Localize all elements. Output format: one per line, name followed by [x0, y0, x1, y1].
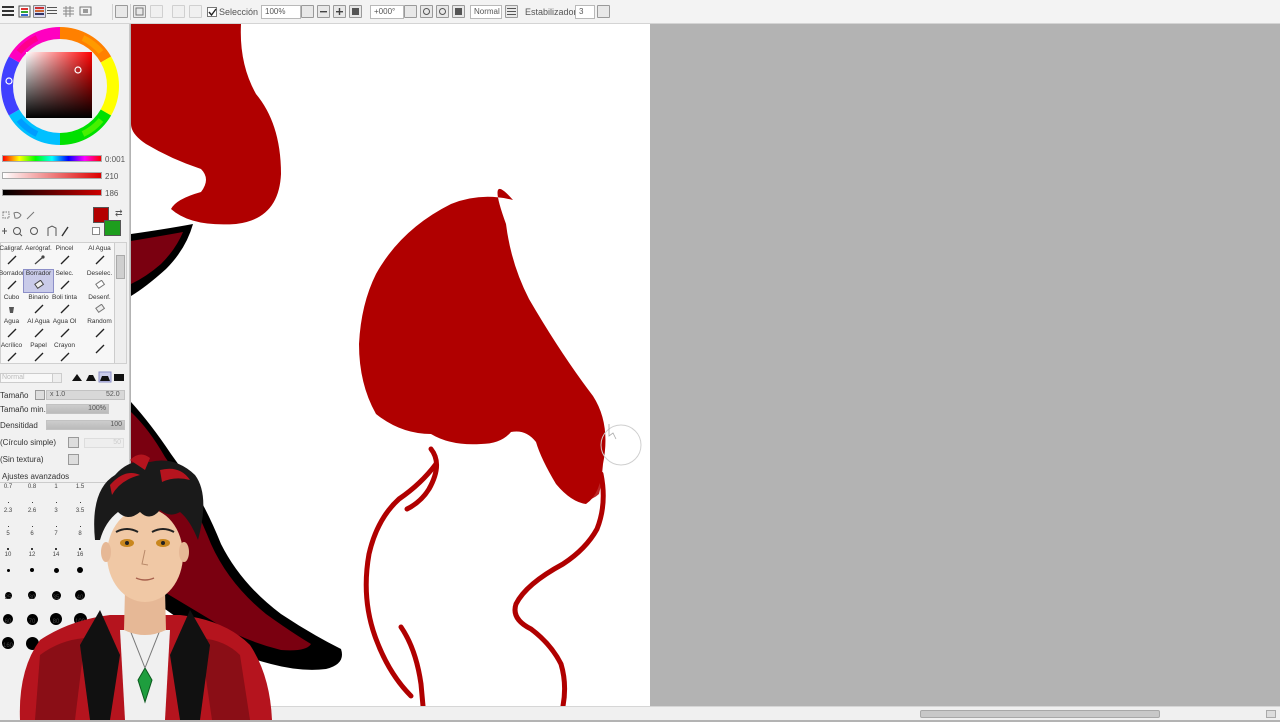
rotate-reset-icon[interactable] — [436, 5, 449, 18]
tool-random[interactable]: Random — [84, 318, 115, 342]
deselect-icon[interactable] — [115, 5, 128, 18]
min-size-slider[interactable]: 100% — [46, 404, 109, 414]
stabilizer-input[interactable]: 3 — [575, 5, 595, 19]
tool-watercolor[interactable]: Al Agua — [84, 245, 115, 269]
list-toggle-icon[interactable] — [46, 5, 59, 18]
streamer-avatar — [0, 440, 280, 720]
tool-select[interactable]: Selec. — [49, 270, 80, 294]
swatch-toggle-icon[interactable] — [33, 5, 46, 18]
selection-label: Selección — [219, 7, 259, 17]
color-wheel[interactable] — [1, 27, 119, 145]
redo-icon[interactable] — [150, 5, 163, 18]
tool-grid: Caligraf. Aerógraf. Pincel Al Agua Borra… — [0, 242, 127, 364]
tool-grid-scrollbar[interactable] — [114, 243, 126, 363]
zoom-dropdown-icon[interactable] — [301, 5, 314, 18]
panel-toggle-icon[interactable] — [2, 5, 15, 18]
density-slider[interactable]: 100 — [46, 420, 125, 430]
tool-crayon[interactable]: Crayon — [49, 342, 80, 366]
rotation-input[interactable]: +000° — [370, 5, 404, 19]
stabilizer-label: Estabilizador — [525, 7, 577, 17]
rotate-right-icon[interactable] — [420, 5, 433, 18]
blend-mode-select[interactable]: Normal — [470, 5, 502, 19]
top-toolbar: Selección 100% +000° Normal Estabilizado… — [0, 0, 1280, 24]
color-panel-toggle-icon[interactable] — [18, 5, 31, 18]
zoom-reset-icon[interactable] — [349, 5, 362, 18]
selection-tools — [2, 210, 87, 240]
horizontal-scrollbar-thumb[interactable] — [920, 710, 1160, 718]
navigator-icon[interactable] — [79, 5, 92, 18]
secondary-color-swatch[interactable] — [104, 220, 121, 236]
flip-icon[interactable] — [452, 5, 465, 18]
tool-oil[interactable]: Agua Ol — [49, 318, 80, 342]
value-value: 186 — [105, 189, 119, 198]
tool-ink-pen[interactable]: Boli tinta — [49, 294, 80, 318]
saturation-slider[interactable] — [2, 172, 102, 179]
size-multiplier-button[interactable] — [35, 390, 45, 400]
zoom-in-icon[interactable] — [333, 5, 346, 18]
density-label: Densitidad — [0, 421, 38, 430]
transparent-color-icon[interactable] — [92, 227, 100, 235]
rotate-left-icon[interactable] — [404, 5, 417, 18]
scroll-right-button[interactable] — [1266, 710, 1276, 718]
brush-mode-dropdown-icon[interactable] — [52, 373, 62, 383]
transform-icon[interactable] — [189, 5, 202, 18]
hue-slider[interactable] — [2, 155, 102, 162]
clear-icon[interactable] — [172, 5, 185, 18]
tool-blur[interactable]: Desenf. — [84, 294, 115, 318]
tool-brush[interactable]: Pincel — [49, 245, 80, 269]
hue-value: 0:001 — [105, 155, 126, 164]
horizontal-scrollbar[interactable] — [270, 706, 1280, 720]
size-label: Tamaño — [0, 391, 29, 400]
selection-checkbox[interactable] — [207, 7, 217, 17]
value-slider[interactable] — [2, 189, 102, 196]
undo-icon[interactable] — [133, 5, 146, 18]
swap-colors-icon[interactable]: ⇄ — [115, 208, 123, 219]
saturation-value: 210 — [105, 172, 119, 181]
zoom-out-icon[interactable] — [317, 5, 330, 18]
size-value: 52.0 — [106, 391, 120, 398]
zoom-input[interactable]: 100% — [261, 5, 301, 19]
stabilizer-icon[interactable] — [505, 5, 518, 18]
tool-deselect[interactable]: Deselec. — [84, 270, 115, 294]
min-size-label: Tamaño min. — [0, 405, 46, 414]
grid-toggle-icon[interactable] — [62, 5, 75, 18]
tool-empty[interactable] — [84, 342, 115, 366]
workspace-background — [650, 24, 1280, 706]
brush-shape-buttons[interactable] — [70, 371, 126, 383]
stabilizer-dropdown-icon[interactable] — [597, 5, 610, 18]
